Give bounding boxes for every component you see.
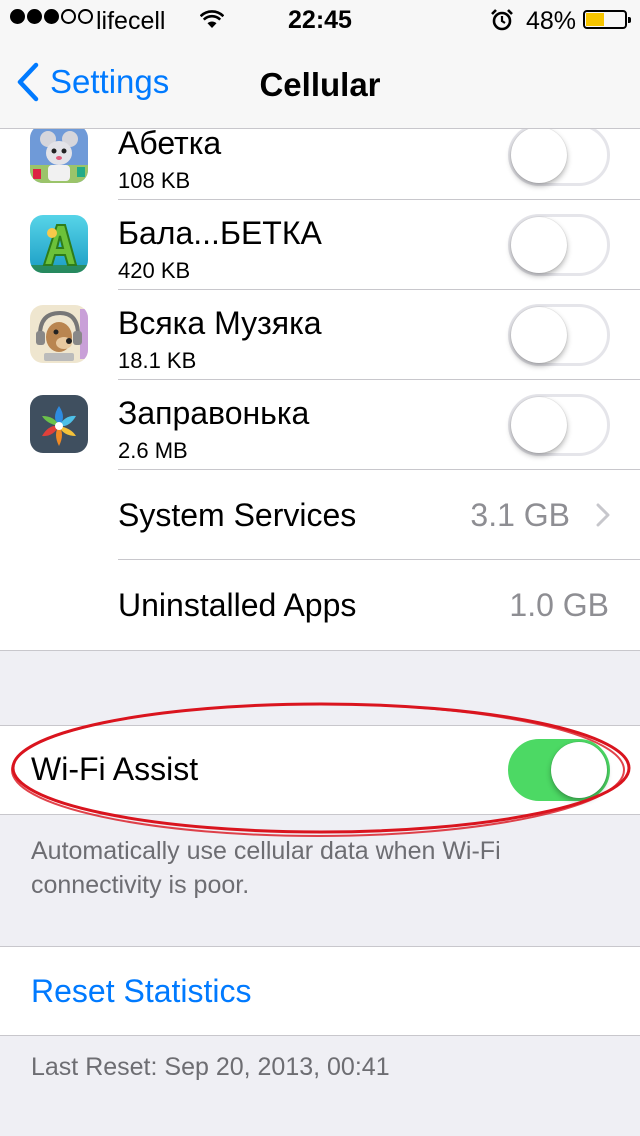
- navigation-bar: Settings Cellular: [0, 40, 640, 128]
- page-title: Cellular: [259, 66, 381, 103]
- list-item: Заправонька 2.6 MB: [0, 380, 640, 470]
- list-item: Бала...БЕТКА 420 KB: [0, 200, 640, 290]
- list-item: Всяка Музяка 18.1 KB: [0, 290, 640, 380]
- battery-percent: 48%: [526, 7, 577, 35]
- app-cellular-toggle[interactable]: [508, 304, 610, 366]
- dog-headphones-app-icon: [30, 305, 88, 363]
- reset-group: Reset Statistics: [0, 946, 640, 1036]
- app-data-usage: 2.6 MB: [118, 438, 188, 463]
- uninstalled-apps-value: 1.0 GB: [509, 587, 609, 623]
- reset-statistics-button[interactable]: Reset Statistics: [0, 947, 640, 1035]
- green-letter-a-app-icon: [30, 215, 88, 273]
- last-reset-text: Last Reset: Sep 20, 2013, 00:41: [31, 1053, 390, 1081]
- app-data-usage: 420 KB: [118, 258, 191, 283]
- wifi-assist-row: Wi-Fi Assist: [0, 726, 640, 814]
- app-cellular-toggle[interactable]: [508, 214, 610, 276]
- app-name: Бала...БЕТКА: [118, 215, 322, 251]
- app-name: Заправонька: [118, 395, 310, 431]
- app-name: Всяка Музяка: [118, 305, 322, 341]
- alarm-clock-icon: [490, 8, 514, 39]
- wifi-assist-group: Wi-Fi Assist: [0, 725, 640, 815]
- app-name: Абетка: [118, 125, 222, 161]
- wifi-assist-description: Automatically use cellular data when Wi-…: [31, 837, 501, 899]
- wifi-assist-toggle[interactable]: [508, 739, 610, 801]
- app-data-usage: 18.1 KB: [118, 348, 197, 373]
- mouse-abc-app-icon: [30, 125, 88, 183]
- app-data-usage: 108 KB: [118, 168, 191, 193]
- app-cellular-toggle[interactable]: [508, 124, 610, 186]
- battery-icon: [583, 10, 631, 29]
- chevron-right-icon: [596, 503, 610, 527]
- colorful-flower-app-icon: [30, 395, 88, 453]
- system-services-value: 3.1 GB: [470, 497, 570, 533]
- uninstalled-apps-label: Uninstalled Apps: [118, 587, 357, 623]
- top-bar: lifecell 22:45 48% Settings Cellular: [0, 0, 640, 129]
- app-cellular-toggle[interactable]: [508, 394, 610, 456]
- uninstalled-apps-row: Uninstalled Apps 1.0 GB: [0, 560, 640, 650]
- status-bar: lifecell 22:45 48%: [0, 0, 640, 40]
- reset-statistics-label: Reset Statistics: [31, 973, 252, 1009]
- wifi-assist-label: Wi-Fi Assist: [31, 751, 199, 787]
- system-services-row[interactable]: System Services 3.1 GB: [0, 470, 640, 560]
- cellular-data-apps-list: Абетка 108 KB Бала...БЕТКА 420 KB Всяка …: [0, 110, 640, 651]
- system-services-label: System Services: [118, 497, 357, 533]
